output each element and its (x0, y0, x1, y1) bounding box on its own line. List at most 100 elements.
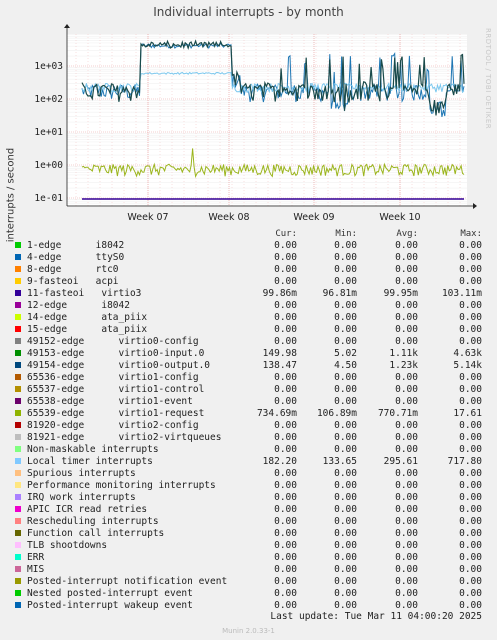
legend-swatch (15, 542, 21, 548)
legend-label: 49152-edge virtio0-config (27, 336, 199, 347)
legend-max: 0.00 (459, 576, 482, 587)
legend-max: 0.00 (459, 444, 482, 455)
legend-min: 0.00 (334, 396, 357, 407)
legend-label: Nested posted-interrupt event (27, 588, 193, 599)
legend-row: 49154-edge virtio0-output.0 138.47 4.50 1.2… (0, 360, 497, 372)
legend-row: ERR 0.00 0.00 0.00 0.00 (0, 552, 497, 564)
x-axis-arrow (473, 203, 477, 209)
legend-row: 14-edge ata_piix 0.00 0.00 0.00 0.00 (0, 312, 497, 324)
munin-footer: Munin 2.0.33-1 (222, 627, 275, 635)
legend-label: Performance monitoring interrupts (27, 480, 216, 491)
legend-avg: 0.00 (395, 564, 418, 575)
legend-header-avg: Avg: (396, 229, 418, 239)
legend-row: 4-edge ttyS0 0.00 0.00 0.00 0.00 (0, 252, 497, 264)
legend-label: 65536-edge virtio1-config (27, 372, 199, 383)
legend-avg: 0.00 (395, 444, 418, 455)
legend-row: 65539-edge virtio1-request 734.69m 106.89m… (0, 408, 497, 420)
legend-max: 0.00 (459, 240, 482, 251)
legend-swatch (15, 422, 21, 428)
legend-max: 103.11m (441, 288, 482, 299)
legend-min: 0.00 (334, 588, 357, 599)
legend-swatch (15, 326, 21, 332)
legend-min: 0.00 (334, 504, 357, 515)
legend-row: 11-fasteoi virtio3 99.86m 96.81m 99.95m 103.… (0, 288, 497, 300)
y-axis-arrow (64, 24, 70, 28)
legend-swatch (15, 506, 21, 512)
legend-label: Function call interrupts (27, 528, 165, 539)
legend-header-min: Min: (335, 229, 357, 239)
legend-row: 65537-edge virtio1-control 0.00 0.00 0.00 0.… (0, 384, 497, 396)
legend-label: 11-fasteoi virtio3 (27, 288, 142, 299)
legend-max: 0.00 (459, 420, 482, 431)
legend-swatch (15, 482, 21, 488)
legend-max: 0.00 (459, 552, 482, 563)
legend-avg: 0.00 (395, 324, 418, 335)
legend-min: 0.00 (334, 600, 357, 611)
legend-max: 0.00 (459, 252, 482, 263)
legend-avg: 1.11k (389, 348, 418, 359)
legend-row: Non-maskable interrupts 0.00 0.00 0.00 0.00 (0, 444, 497, 456)
legend-row: Function call interrupts 0.00 0.00 0.00 0.00 (0, 528, 497, 540)
legend-row: 15-edge ata_piix 0.00 0.00 0.00 0.00 (0, 324, 497, 336)
legend-avg: 0.00 (395, 264, 418, 275)
y-tick-label: 1e+01 (34, 127, 63, 138)
legend-label: Non-maskable interrupts (27, 444, 159, 455)
legend-label: 15-edge ata_piix (27, 324, 148, 335)
legend-max: 0.00 (459, 396, 482, 407)
legend-max: 0.00 (459, 540, 482, 551)
legend-max: 0.00 (459, 504, 482, 515)
legend-min: 0.00 (334, 240, 357, 251)
legend-label: 1-edge i8042 (27, 240, 125, 251)
legend-max: 0.00 (459, 600, 482, 611)
legend-label: Posted-interrupt notification event (27, 576, 228, 587)
legend-min: 4.50 (334, 360, 357, 371)
legend-label: Rescheduling interrupts (27, 516, 159, 527)
legend-header-max: Max: (460, 229, 482, 239)
legend-swatch (15, 242, 21, 248)
legend-swatch (15, 518, 21, 524)
legend-swatch (15, 386, 21, 392)
legend-avg: 0.00 (395, 240, 418, 251)
legend-swatch (15, 278, 21, 284)
legend-min: 0.00 (334, 384, 357, 395)
legend-label: APIC ICR read retries (27, 504, 148, 515)
legend-min: 0.00 (334, 264, 357, 275)
legend-min: 0.00 (334, 312, 357, 323)
legend-avg: 0.00 (395, 528, 418, 539)
legend-min: 0.00 (334, 444, 357, 455)
legend-label: Local timer interrupts (27, 456, 153, 467)
legend-avg: 0.00 (395, 552, 418, 563)
legend-avg: 0.00 (395, 336, 418, 347)
legend-swatch (15, 410, 21, 416)
legend-row: 81921-edge virtio2-virtqueues 0.00 0.00 0.0… (0, 432, 497, 444)
legend-swatch (15, 434, 21, 440)
legend-avg: 0.00 (395, 372, 418, 383)
legend-min: 96.81m (322, 288, 357, 299)
legend-min: 0.00 (334, 480, 357, 491)
legend-label: 81920-edge virtio2-config (27, 420, 199, 431)
legend-max: 0.00 (459, 528, 482, 539)
legend-row: 8-edge rtc0 0.00 0.00 0.00 0.00 (0, 264, 497, 276)
legend-swatch (15, 362, 21, 368)
legend-max: 717.80 (447, 456, 482, 467)
legend-max: 0.00 (459, 516, 482, 527)
legend-swatch (15, 266, 21, 272)
legend-swatch (15, 470, 21, 476)
legend-swatch (15, 302, 21, 308)
legend-label: 14-edge ata_piix (27, 312, 148, 323)
legend-row: MIS 0.00 0.00 0.00 0.00 (0, 564, 497, 576)
legend-label: 65539-edge virtio1-request (27, 408, 205, 419)
legend-row: 9-fasteoi acpi 0.00 0.00 0.00 0.00 (0, 276, 497, 288)
legend-swatch (15, 374, 21, 380)
legend-min: 0.00 (334, 276, 357, 287)
legend-avg: 0.00 (395, 516, 418, 527)
legend-swatch (15, 254, 21, 260)
legend-min: 0.00 (334, 564, 357, 575)
legend-min: 0.00 (334, 492, 357, 503)
legend-avg: 0.00 (395, 576, 418, 587)
legend-avg: 0.00 (395, 468, 418, 479)
legend-max: 0.00 (459, 276, 482, 287)
legend-swatch (15, 458, 21, 464)
legend-row: 49152-edge virtio0-config 0.00 0.00 0.00 0.0… (0, 336, 497, 348)
plot-area (67, 34, 467, 206)
